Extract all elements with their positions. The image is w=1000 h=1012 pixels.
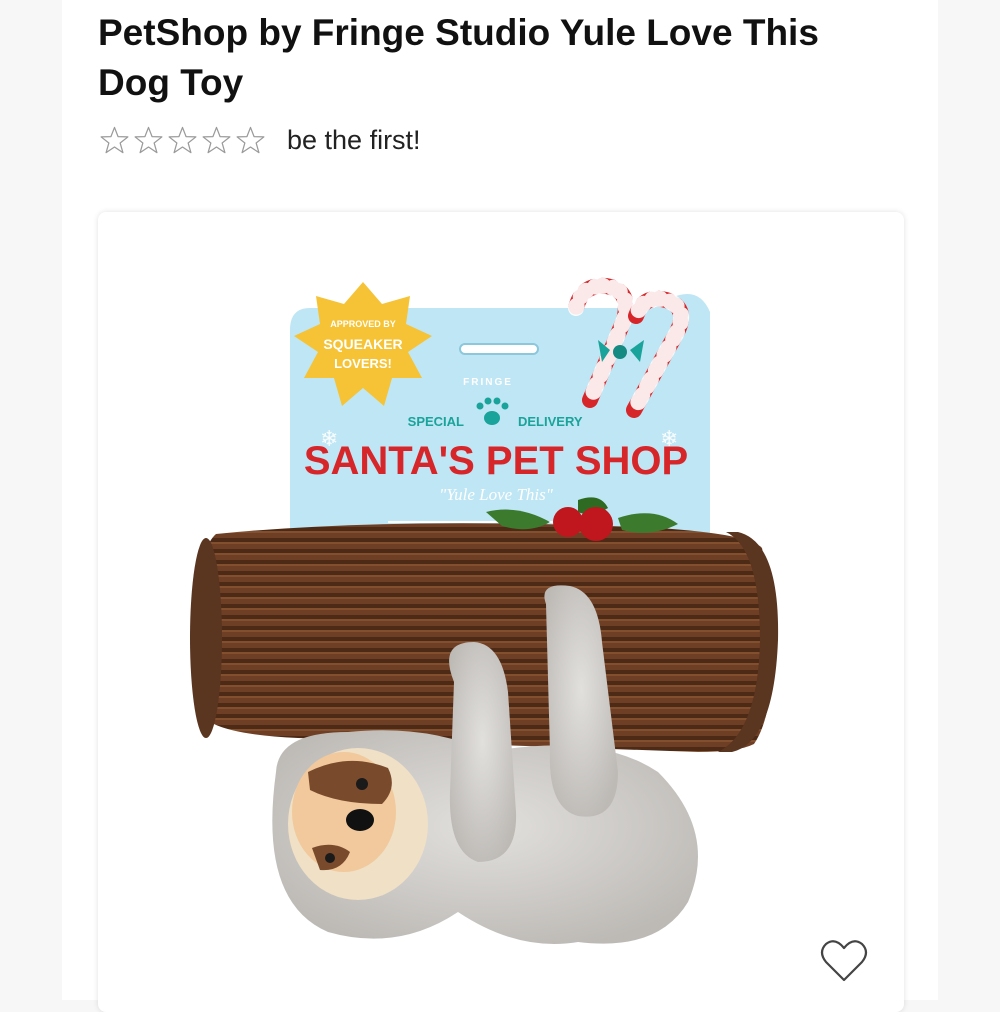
tag-headline: SANTA'S PET SHOP <box>304 439 688 483</box>
star-outline-icon[interactable] <box>200 124 233 157</box>
tag-tagline: "Yule Love This" <box>439 485 554 504</box>
svg-text:❄: ❄ <box>320 427 338 452</box>
star-outline-icon[interactable] <box>132 124 165 157</box>
badge-text-2: SQUEAKER <box>323 336 402 352</box>
star-outline-icon[interactable] <box>98 124 131 157</box>
product-page: PetShop by Fringe Studio Yule Love This … <box>62 0 938 1012</box>
favorite-button[interactable] <box>819 938 869 984</box>
badge-text-1: APPROVED BY <box>330 319 396 329</box>
rating-row[interactable]: be the first! <box>98 118 421 162</box>
product-title: PetShop by Fringe Studio Yule Love This … <box>98 12 819 103</box>
star-outline-icon[interactable] <box>234 124 267 157</box>
badge-text-3: LOVERS! <box>334 356 392 371</box>
heart-outline-icon[interactable] <box>819 938 869 984</box>
product-image: APPROVED BY SQUEAKER LOVERS! FRINGE SPEC… <box>190 277 779 944</box>
rating-stars[interactable] <box>98 124 267 157</box>
product-image-card: APPROVED BY SQUEAKER LOVERS! FRINGE SPEC… <box>98 212 904 1012</box>
star-outline-icon[interactable] <box>166 124 199 157</box>
delivery-label: DELIVERY <box>518 414 583 429</box>
special-label: SPECIAL <box>408 414 464 429</box>
rating-prompt[interactable]: be the first! <box>287 125 421 156</box>
svg-text:❄: ❄ <box>660 427 678 452</box>
hang-hole <box>459 343 539 355</box>
brand-label: FRINGE <box>463 377 513 388</box>
